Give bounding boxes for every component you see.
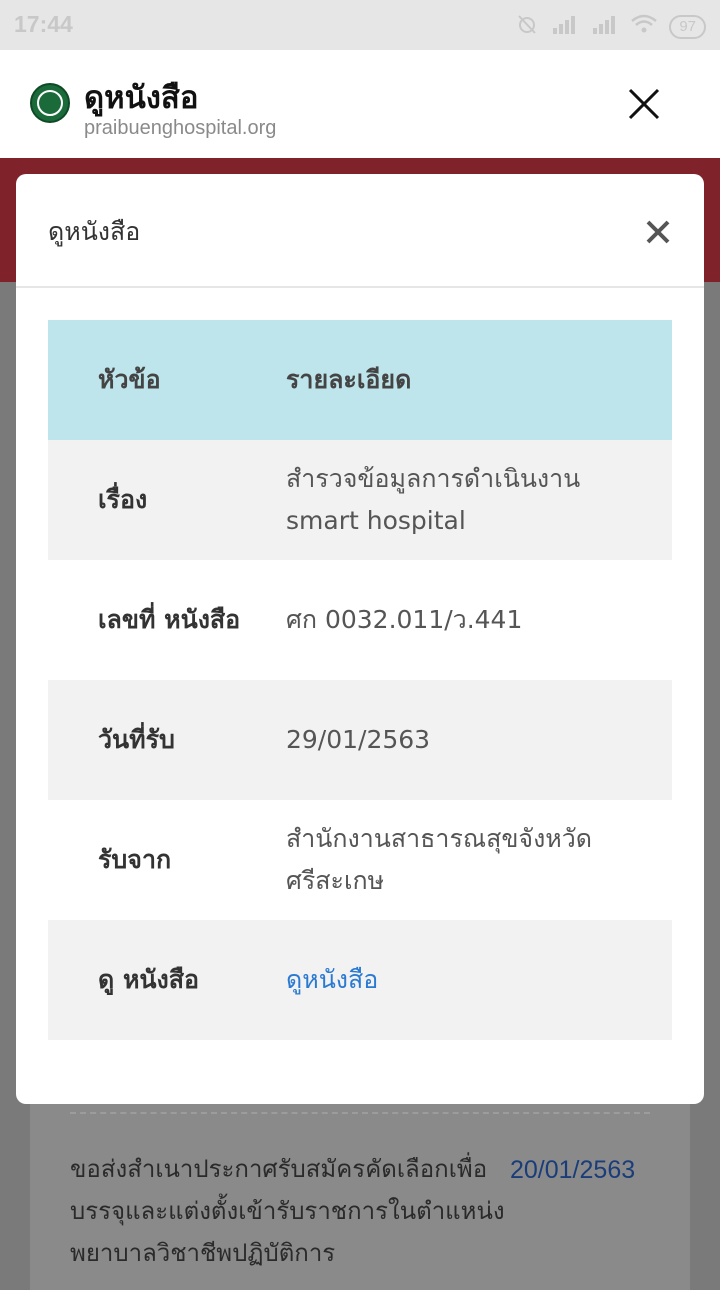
row-value: ดูหนังสือ	[286, 920, 672, 1040]
view-document-link[interactable]: ดูหนังสือ	[286, 965, 378, 994]
row-label: ดู หนังสือ	[98, 965, 199, 994]
detail-table: หัวข้อ รายละเอียด เรื่อง สำรวจข้อมูลการด…	[48, 320, 672, 1040]
signal-icon	[551, 14, 579, 40]
browser-header: ดูหนังสือ praibuenghospital.org	[0, 50, 720, 158]
page-title: ดูหนังสือ	[84, 80, 199, 116]
modal-title: ดูหนังสือ	[48, 217, 141, 246]
site-logo-icon	[30, 83, 70, 123]
close-icon[interactable]	[624, 84, 664, 124]
background-list-item: ขอส่งสำเนาประกาศรับสมัครคัดเลือกเพื่อบรร…	[30, 1090, 690, 1290]
page-url: praibuenghospital.org	[84, 117, 277, 139]
battery-indicator: 97	[669, 15, 706, 39]
row-value: สำนักงานสาธารณสุขจังหวัดศรีสะเกษ	[286, 824, 593, 895]
signal-icon-2	[591, 14, 619, 40]
table-row: วันที่รับ 29/01/2563	[48, 680, 672, 800]
header-details: รายละเอียด	[286, 365, 412, 394]
modal-close-icon[interactable]	[643, 217, 673, 247]
row-label: เลขที่ หนังสือ	[98, 605, 241, 634]
status-icons: 97	[515, 12, 706, 42]
modal-header: ดูหนังสือ	[16, 174, 704, 288]
header-topic: หัวข้อ	[98, 365, 161, 394]
table-row: เลขที่ หนังสือ ศก 0032.011/ว.441	[48, 560, 672, 680]
wifi-icon	[631, 14, 658, 40]
row-label: วันที่รับ	[98, 725, 175, 754]
row-value: ศก 0032.011/ว.441	[286, 605, 523, 634]
table-header-row: หัวข้อ รายละเอียด	[48, 320, 672, 440]
row-value: สำรวจข้อมูลการดำเนินงาน smart hospital	[286, 464, 581, 535]
document-modal: ดูหนังสือ หัวข้อ รายละเอียด เรื่อง สำรวจ…	[16, 174, 704, 1104]
row-value: 29/01/2563	[286, 725, 431, 754]
table-row: รับจาก สำนักงานสาธารณสุขจังหวัดศรีสะเกษ	[48, 800, 672, 920]
row-label: เรื่อง	[98, 485, 148, 514]
table-row: เรื่อง สำรวจข้อมูลการดำเนินงาน smart hos…	[48, 440, 672, 560]
status-time: 17:44	[14, 11, 73, 37]
list-item-date: 20/01/2563	[510, 1156, 636, 1184]
alarm-off-icon	[515, 12, 539, 42]
table-row: ดู หนังสือ ดูหนังสือ	[48, 920, 672, 1040]
row-label: รับจาก	[98, 845, 172, 874]
list-item-text: ขอส่งสำเนาประกาศรับสมัครคัดเลือกเพื่อบรร…	[70, 1155, 505, 1267]
divider	[70, 1112, 650, 1114]
status-bar: 17:44 97	[0, 0, 720, 50]
